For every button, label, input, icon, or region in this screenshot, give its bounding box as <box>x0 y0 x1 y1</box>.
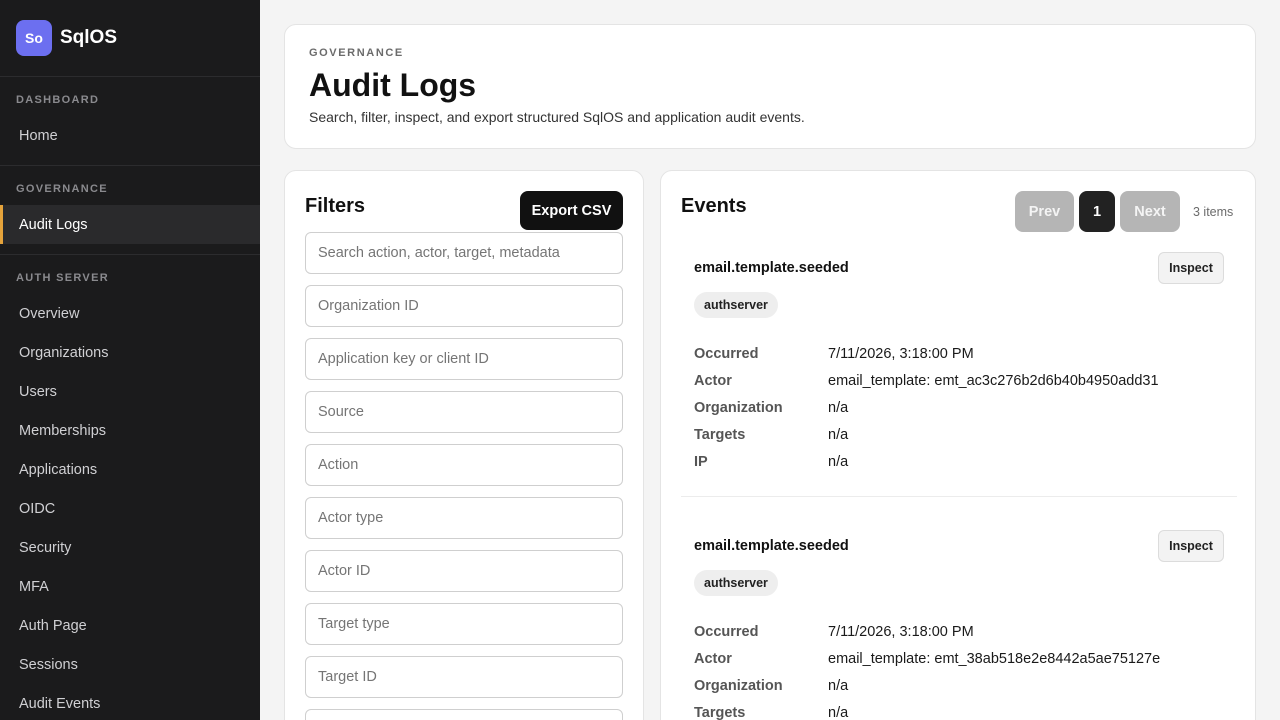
nav-heading-dashboard: DASHBOARD <box>16 94 100 106</box>
nav-heading-auth-server: AUTH SERVER <box>16 272 109 284</box>
field-label: Targets <box>694 705 746 720</box>
event-item: email.template.seeded Inspect authserver… <box>681 252 1237 497</box>
next-page-button[interactable]: Next <box>1120 191 1180 232</box>
field-value: n/a <box>828 427 849 443</box>
search-input[interactable] <box>305 232 623 274</box>
sidebar-item-security[interactable]: Security <box>0 528 260 567</box>
events-panel: Events Prev 1 Next 3 items email.templat… <box>660 170 1256 720</box>
page-title: Audit Logs <box>309 67 477 103</box>
event-field-targets: Targets n/a <box>694 427 1234 447</box>
sidebar-item-audit-logs[interactable]: Audit Logs <box>0 205 260 244</box>
application-key-input[interactable] <box>305 338 623 380</box>
inspect-button[interactable]: Inspect <box>1158 252 1224 284</box>
event-action: email.template.seeded <box>694 260 849 276</box>
app-logo: So <box>16 20 52 56</box>
source-badge: authserver <box>694 570 778 596</box>
action-input[interactable] <box>305 444 623 486</box>
field-label: Occurred <box>694 624 759 640</box>
actor-id-input[interactable] <box>305 550 623 592</box>
current-page-button[interactable]: 1 <box>1079 191 1115 232</box>
field-label: Actor <box>694 373 732 389</box>
sidebar-item-auth-page[interactable]: Auth Page <box>0 606 260 645</box>
brand[interactable]: So SqlOS <box>0 0 260 77</box>
source-badge: authserver <box>694 292 778 318</box>
page-subtitle: Search, filter, inspect, and export stru… <box>309 109 805 125</box>
sidebar-item-users[interactable]: Users <box>0 372 260 411</box>
additional-filter-input[interactable] <box>305 709 623 720</box>
sidebar-item-overview[interactable]: Overview <box>0 294 260 333</box>
inspect-button[interactable]: Inspect <box>1158 530 1224 562</box>
field-label: Organization <box>694 400 783 416</box>
field-value: n/a <box>828 454 849 470</box>
event-field-targets: Targets n/a <box>694 705 1234 720</box>
prev-page-button[interactable]: Prev <box>1015 191 1074 232</box>
filters-panel: Filters Export CSV <box>284 170 644 720</box>
field-label: Organization <box>694 678 783 694</box>
nav-section-auth-server: AUTH SERVER Overview Organizations Users… <box>0 255 260 720</box>
target-id-input[interactable] <box>305 656 623 698</box>
event-field-occurred: Occurred 7/11/2026, 3:18:00 PM <box>694 624 1234 644</box>
field-value: n/a <box>828 705 849 720</box>
sidebar-item-audit-events[interactable]: Audit Events <box>0 684 260 720</box>
target-type-input[interactable] <box>305 603 623 645</box>
sidebar-item-home[interactable]: Home <box>0 116 260 155</box>
sidebar-item-sessions[interactable]: Sessions <box>0 645 260 684</box>
source-input[interactable] <box>305 391 623 433</box>
nav-section-dashboard: DASHBOARD Home <box>0 77 260 166</box>
nav-heading-governance: GOVERNANCE <box>16 183 108 195</box>
event-field-actor: Actor email_template: emt_ac3c276b2d6b40… <box>694 373 1234 393</box>
sidebar-item-memberships[interactable]: Memberships <box>0 411 260 450</box>
event-field-organization: Organization n/a <box>694 400 1234 420</box>
page-header: GOVERNANCE Audit Logs Search, filter, in… <box>284 24 1256 149</box>
field-value: email_template: emt_ac3c276b2d6b40b4950a… <box>828 373 1159 389</box>
sidebar: So SqlOS DASHBOARD Home GOVERNANCE Audit… <box>0 0 260 720</box>
field-label: Actor <box>694 651 732 667</box>
sidebar-item-mfa[interactable]: MFA <box>0 567 260 606</box>
field-label: Occurred <box>694 346 759 362</box>
filters-title: Filters <box>305 195 366 217</box>
event-item: email.template.seeded Inspect authserver… <box>681 530 1237 720</box>
field-value: 7/11/2026, 3:18:00 PM <box>828 346 974 362</box>
actor-type-input[interactable] <box>305 497 623 539</box>
field-value: 7/11/2026, 3:18:00 PM <box>828 624 974 640</box>
field-label: Targets <box>694 427 746 443</box>
nav-section-governance: GOVERNANCE Audit Logs <box>0 166 260 255</box>
field-value: n/a <box>828 400 849 416</box>
page-eyebrow: GOVERNANCE <box>309 47 404 59</box>
events-title: Events <box>681 195 747 217</box>
event-action: email.template.seeded <box>694 538 849 554</box>
event-field-actor: Actor email_template: emt_38ab518e2e8442… <box>694 651 1234 671</box>
sidebar-item-applications[interactable]: Applications <box>0 450 260 489</box>
sidebar-item-organizations[interactable]: Organizations <box>0 333 260 372</box>
organization-id-input[interactable] <box>305 285 623 327</box>
item-count: 3 items <box>1193 205 1234 219</box>
event-field-organization: Organization n/a <box>694 678 1234 698</box>
export-csv-button[interactable]: Export CSV <box>520 191 623 230</box>
sidebar-item-oidc[interactable]: OIDC <box>0 489 260 528</box>
field-label: IP <box>694 454 708 470</box>
app-name: SqlOS <box>60 27 118 48</box>
field-value: email_template: emt_38ab518e2e8442a5ae75… <box>828 651 1161 667</box>
event-field-ip: IP n/a <box>694 454 1234 474</box>
event-field-occurred: Occurred 7/11/2026, 3:18:00 PM <box>694 346 1234 366</box>
field-value: n/a <box>828 678 849 694</box>
